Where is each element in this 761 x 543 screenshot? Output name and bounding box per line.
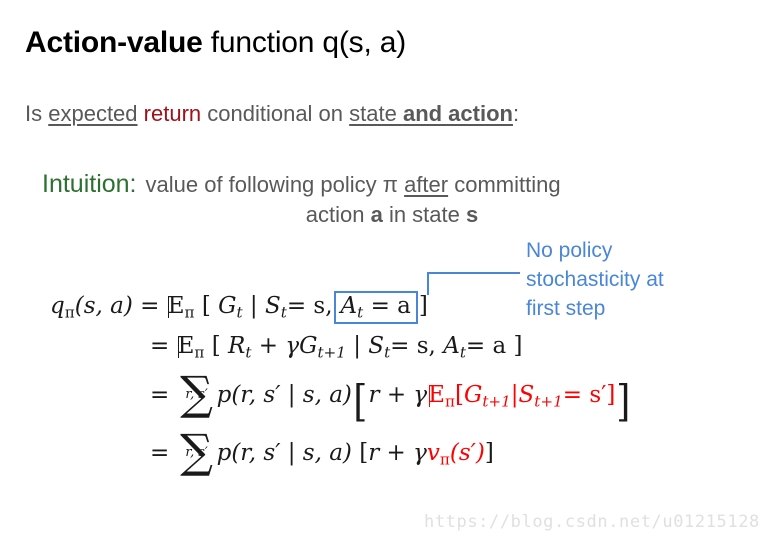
eq2-expectation-symbol: E [177, 333, 195, 359]
eq2-reward-sub: t [245, 343, 252, 362]
intuition-text-1: value of following policy π after commit… [146, 172, 561, 197]
slide-canvas: Action-value function q(s, a) Is expecte… [0, 0, 761, 543]
title-rest: function q(s, a) [202, 26, 407, 59]
eq1-return: G [218, 293, 237, 319]
intuition-line-2: action a in state s [42, 202, 742, 228]
eq1-q-args: (s, a) [74, 293, 133, 319]
intuition-line2-bold-s: s [465, 202, 479, 227]
eq2-open-bracket: [ [211, 333, 221, 359]
subtitle-return: return [143, 101, 202, 126]
eq4-sum-limits: r, s′ [185, 445, 208, 461]
subtitle-expected: expected [48, 101, 138, 126]
eq1-q-sub: π [64, 303, 75, 322]
intuition-label: Intuition: [42, 170, 137, 198]
eq2-state-value: = s, [390, 333, 436, 359]
eq1-action-value: = a [370, 293, 411, 319]
pi-symbol: π [382, 172, 398, 197]
eq3-red-close-bracket: ] [606, 382, 616, 408]
eq3-summation: ∑ r, s′ [177, 370, 217, 416]
eq4-summation: ∑ r, s′ [177, 428, 217, 474]
eq2-action: A [443, 333, 460, 359]
intuition-line2-bold-a: a [370, 202, 383, 227]
eq4-close-bracket: ] [484, 440, 494, 466]
intuition-line2-b: in state [382, 202, 466, 227]
eq4-open-bracket: [ [359, 440, 369, 466]
eq2-return-sub: t+1 [317, 343, 346, 362]
eq3-red-bar: | [510, 382, 519, 408]
eq1-open-bracket: [ [201, 293, 211, 319]
eq2-equals: = [150, 333, 170, 359]
eq1-equals: = [140, 293, 160, 319]
eq1-action-sub: t [357, 303, 364, 322]
eq3-expectation-symbol: E [428, 382, 445, 408]
callout-connector-horizontal [427, 272, 520, 274]
watermark: https://blog.csdn.net/u012151283 [424, 512, 761, 532]
eq2-plus: + [258, 333, 279, 359]
eq4-gamma: γ [413, 440, 427, 466]
eq1-state: S [264, 293, 281, 319]
eq3-equals: = [150, 382, 170, 408]
subtitle-line: Is expected return conditional on state … [25, 101, 519, 127]
eq3-expectation-sub: π [444, 392, 455, 411]
eq2-return: G [299, 333, 318, 359]
eq4-value-function: v [426, 440, 440, 466]
eq1-expectation-sub: π [184, 303, 195, 322]
eq2-action-value: = a [465, 333, 507, 359]
equation-block: qπ(s, a) = Eπ [ Gt | St= s, At = a] = Eπ … [50, 286, 632, 482]
eq3-red-state-value: = s′ [562, 382, 607, 408]
eq2-conditional-bar: | [353, 333, 361, 359]
eq3-sum-limits: r, s′ [185, 387, 208, 403]
eq4-plus: + [386, 440, 406, 466]
eq3-red-return-sub: t+1 [482, 392, 511, 411]
eq3-red-open-bracket: [ [454, 382, 464, 408]
eq1-return-sub: t [236, 303, 243, 322]
eq3-red-return: G [463, 382, 483, 408]
eq1-q: q [50, 293, 65, 319]
equation-line-3: = ∑ r, s′ p(r, s′ | s, a)[r + γEπ[Gt+1|St+… [150, 366, 632, 427]
eq1-state-value: = s, [286, 293, 333, 319]
eq2-expectation-sub: π [194, 343, 205, 362]
eq2-reward: R [227, 333, 246, 359]
equation-line-4: = ∑ r, s′ p(r, s′ | s, a) [r + γvπ(s′)] [150, 424, 632, 482]
intuition-after: after [404, 172, 449, 197]
eq3-gamma: γ [413, 382, 428, 408]
title-bold-part: Action-value [25, 26, 203, 59]
subtitle-colon: : [512, 101, 520, 126]
eq3-prob-args: (r, s′ | s, a) [231, 382, 352, 408]
eq3-red-state-sub: t+1 [534, 392, 563, 411]
intuition-text-b: committing [448, 172, 561, 197]
eq1-action: A [340, 293, 358, 319]
eq4-equals: = [150, 440, 170, 466]
intuition-line-1: Intuition: value of following policy π af… [42, 170, 742, 199]
page-title: Action-value function q(s, a) [25, 26, 406, 60]
eq3-red-state: S [518, 382, 535, 408]
subtitle-lead: Is [25, 101, 49, 126]
equation-line-1: qπ(s, a) = Eπ [ Gt | St= s, At = a] [50, 286, 632, 326]
equation-line-2: = Eπ [ Rt + γGt+1 | St= s, At= a ] [150, 326, 632, 366]
eq3-prob: p [216, 382, 232, 408]
eq3-plus: + [386, 382, 407, 408]
eq3-reward: r [368, 382, 380, 408]
eq2-state: S [368, 333, 385, 359]
eq4-prob-args: (r, s′ | s, a) [231, 440, 352, 466]
subtitle-middle: conditional on [201, 101, 350, 126]
eq4-prob: p [216, 440, 232, 466]
intuition-line2-a: action [305, 202, 371, 227]
eq1-expectation-symbol: E [167, 293, 185, 319]
eq4-value-args: (s′) [449, 440, 485, 466]
subtitle-state: state [349, 101, 403, 126]
eq2-close-bracket: ] [513, 333, 523, 359]
eq1-close-bracket: ] [418, 293, 428, 319]
eq4-reward: r [368, 440, 380, 466]
eq4-value-sub: π [439, 450, 450, 469]
eq1-conditional-bar: | [249, 293, 258, 319]
intuition-text-a: value of following policy [145, 172, 383, 197]
boxed-action-condition: At = a [333, 291, 418, 325]
subtitle-and-action: and action [402, 101, 513, 126]
eq2-gamma: γ [285, 333, 300, 359]
